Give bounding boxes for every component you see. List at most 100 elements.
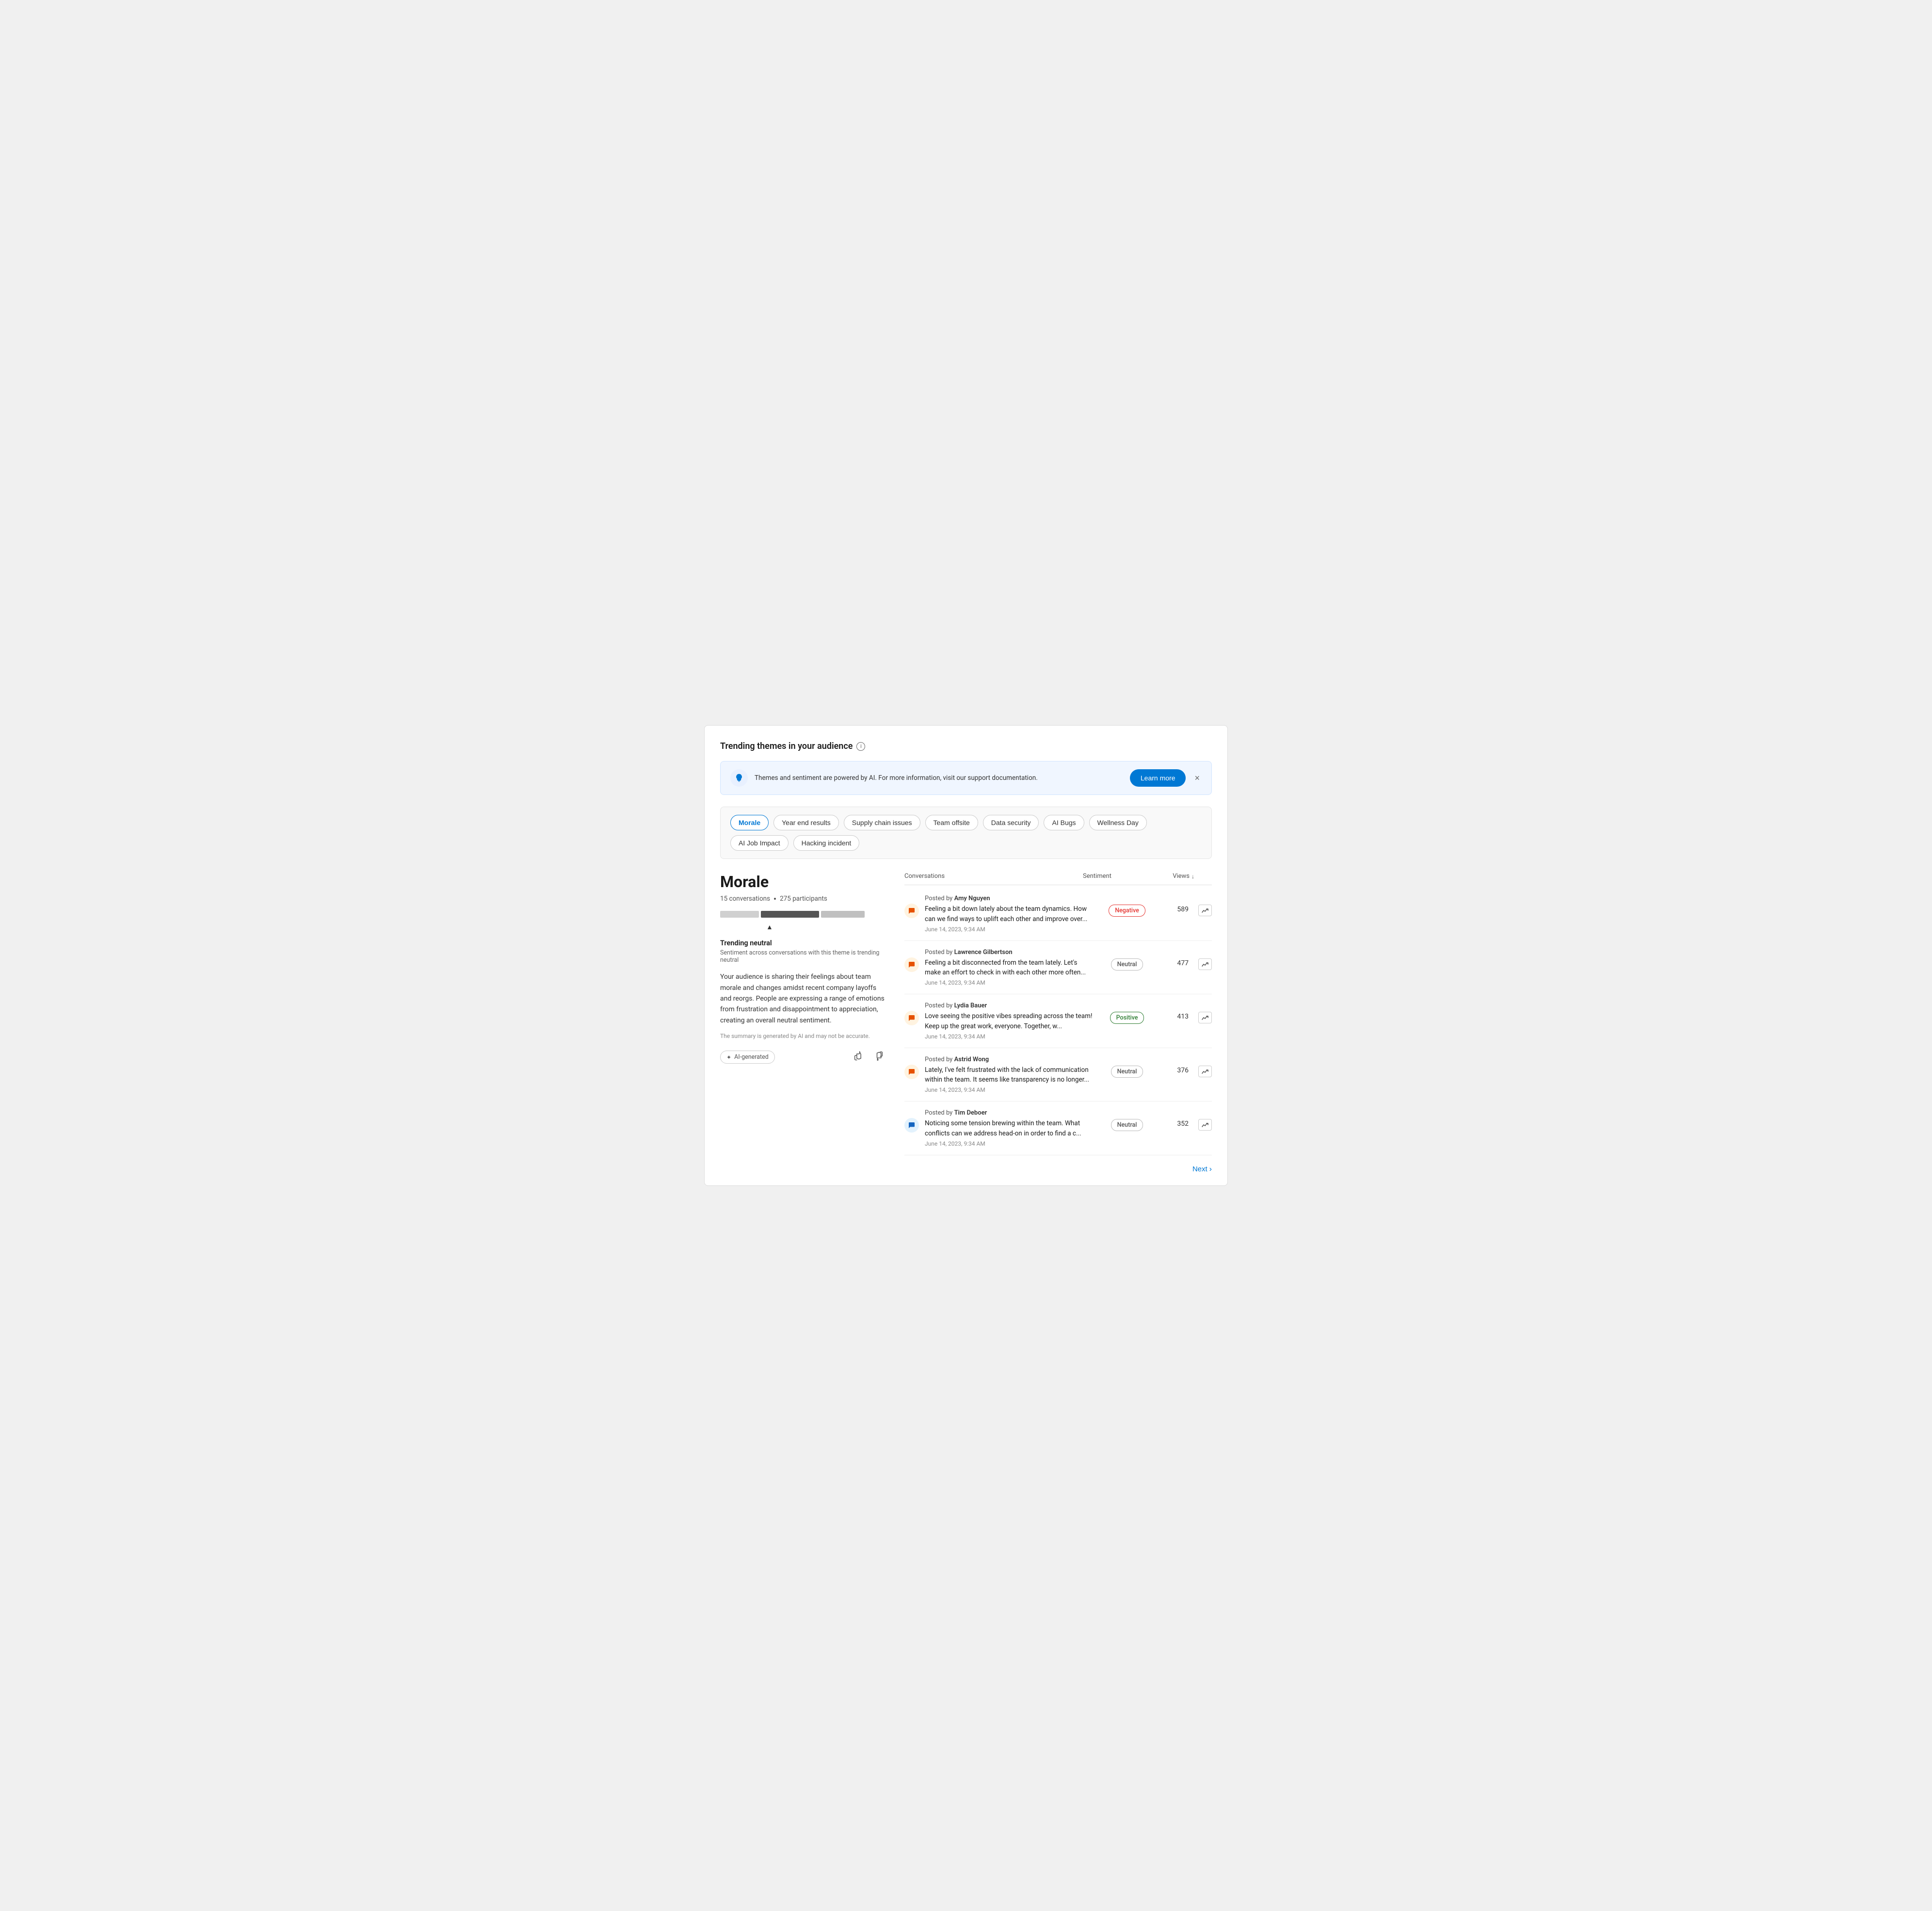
conv-text: Feeling a bit down lately about the team… (925, 904, 1095, 924)
col-views-header: Views ↓ (1146, 873, 1194, 880)
trend-chart-button[interactable] (1198, 1119, 1212, 1131)
sentiment-badge: Neutral (1100, 1119, 1154, 1131)
message-icon (908, 1068, 916, 1076)
conv-trend-btn (1194, 895, 1212, 916)
thumbs-down-button[interactable] (871, 1049, 885, 1065)
sentiment-badge: Neutral (1100, 958, 1154, 971)
ai-generated-label: AI-generated (734, 1053, 769, 1061)
banner-close-button[interactable]: × (1192, 771, 1202, 785)
conv-date: June 14, 2023, 9:34 AM (925, 1140, 1095, 1147)
conv-text: Feeling a bit disconnected from the team… (925, 958, 1095, 978)
theme-tag-ai-bugs[interactable]: AI Bugs (1044, 815, 1084, 830)
next-label: Next (1192, 1165, 1208, 1173)
learn-more-button[interactable]: Learn more (1130, 769, 1186, 787)
sentiment-badge: Positive (1100, 1012, 1154, 1024)
pagination-row: Next › (904, 1165, 1212, 1174)
theme-tag-year-end[interactable]: Year end results (773, 815, 839, 830)
trend-chart-button[interactable] (1198, 905, 1212, 916)
message-icon (908, 1014, 916, 1022)
conv-body: Posted by Lawrence Gilbertson Feeling a … (925, 949, 1095, 987)
conv-views: 589 (1159, 906, 1189, 913)
sentiment-indicator (720, 922, 885, 931)
trend-chart-icon (1202, 1015, 1208, 1020)
conv-trend-btn (1194, 1109, 1212, 1131)
themes-section: Morale Year end results Supply chain issue… (720, 807, 1212, 859)
trend-chart-icon (1202, 1122, 1208, 1128)
conv-author: Posted by Astrid Wong (925, 1056, 1095, 1063)
conv-author: Posted by Lydia Bauer (925, 1002, 1095, 1009)
sentiment-badge: Negative (1100, 905, 1154, 917)
table-row: Posted by Tim Deboer Noticing some tensi… (904, 1101, 1212, 1155)
theme-tag-wellness-day[interactable]: Wellness Day (1089, 815, 1147, 830)
themes-tags: Morale Year end results Supply chain issue… (730, 815, 1202, 851)
feedback-icons (852, 1049, 885, 1065)
message-icon (908, 961, 916, 969)
conv-views: 477 (1159, 959, 1189, 967)
theme-tag-team-offsite[interactable]: Team offsite (925, 815, 978, 830)
spark-icon: ✦ (726, 1054, 731, 1061)
trending-subtitle: Sentiment across conversations with this… (720, 949, 885, 964)
message-icon (908, 1121, 916, 1129)
participants-count: 275 participants (780, 895, 827, 903)
ai-footer: ✦ AI-generated (720, 1049, 885, 1065)
status-badge: Neutral (1111, 1066, 1143, 1078)
conv-date: June 14, 2023, 9:34 AM (925, 1086, 1095, 1093)
sort-icon[interactable]: ↓ (1191, 873, 1194, 880)
conv-icon (904, 904, 919, 918)
conv-body: Posted by Amy Nguyen Feeling a bit down … (925, 895, 1095, 933)
right-panel: Conversations Sentiment Views ↓ Posted b… (904, 873, 1212, 1174)
trend-chart-icon (1202, 1069, 1208, 1074)
table-row: Posted by Astrid Wong Lately, I've felt … (904, 1048, 1212, 1102)
theme-tag-morale[interactable]: Morale (730, 815, 769, 830)
ai-banner-text: Themes and sentiment are powered by AI. … (755, 774, 1123, 782)
negative-bar-segment (720, 911, 759, 918)
table-row: Posted by Lydia Bauer Love seeing the po… (904, 994, 1212, 1048)
conv-views: 413 (1159, 1013, 1189, 1020)
theme-stats: 15 conversations 275 participants (720, 895, 885, 903)
conv-body: Posted by Astrid Wong Lately, I've felt … (925, 1056, 1095, 1094)
conv-trend-btn (1194, 1056, 1212, 1077)
table-header: Conversations Sentiment Views ↓ (904, 873, 1212, 885)
conv-date: June 14, 2023, 9:34 AM (925, 1033, 1095, 1040)
stats-separator (774, 898, 776, 900)
trend-chart-button[interactable] (1198, 1012, 1212, 1023)
thumbs-up-icon (854, 1051, 864, 1061)
conv-date: June 14, 2023, 9:34 AM (925, 926, 1095, 933)
conv-icon (904, 1011, 919, 1025)
theme-tag-ai-job-impact[interactable]: AI Job Impact (730, 835, 789, 851)
conv-views: 376 (1159, 1067, 1189, 1074)
conversations-count: 15 conversations (720, 895, 770, 903)
ai-generated-badge: ✦ AI-generated (720, 1051, 775, 1064)
sentiment-bar (720, 910, 885, 918)
lightbulb-icon (734, 773, 744, 783)
main-container: Trending themes in your audience i Theme… (704, 725, 1228, 1186)
theme-tag-supply-chain[interactable]: Supply chain issues (844, 815, 920, 830)
conv-trend-btn (1194, 949, 1212, 970)
conv-author: Posted by Amy Nguyen (925, 895, 1095, 902)
conv-text: Lately, I've felt frustrated with the la… (925, 1065, 1095, 1085)
conv-body: Posted by Tim Deboer Noticing some tensi… (925, 1109, 1095, 1147)
next-chevron-icon: › (1209, 1165, 1212, 1174)
trend-chart-icon (1202, 907, 1208, 913)
ai-disclaimer: The summary is generated by AI and may n… (720, 1033, 885, 1039)
page-title-row: Trending themes in your audience i (720, 741, 1212, 751)
next-button[interactable]: Next › (1192, 1165, 1212, 1174)
conv-author: Posted by Tim Deboer (925, 1109, 1095, 1117)
page-title: Trending themes in your audience (720, 741, 853, 751)
theme-tag-data-security[interactable]: Data security (983, 815, 1039, 830)
info-icon[interactable]: i (856, 742, 865, 751)
conv-body: Posted by Lydia Bauer Love seeing the po… (925, 1002, 1095, 1040)
col-conversations-header: Conversations (904, 873, 1083, 880)
col-sentiment-header: Sentiment (1083, 873, 1146, 880)
trend-chart-button[interactable] (1198, 1066, 1212, 1077)
theme-tag-hacking-incident[interactable]: Hacking incident (793, 835, 860, 851)
main-content: Morale 15 conversations 275 participants… (720, 873, 1212, 1174)
thumbs-up-button[interactable] (852, 1049, 866, 1065)
positive-bar-segment (821, 911, 865, 918)
message-icon (908, 907, 916, 915)
conv-text: Love seeing the positive vibes spreading… (925, 1011, 1095, 1031)
sentiment-badge: Neutral (1100, 1066, 1154, 1078)
thumbs-down-icon (873, 1051, 883, 1061)
status-badge: Neutral (1111, 1119, 1143, 1131)
trend-chart-button[interactable] (1198, 958, 1212, 970)
